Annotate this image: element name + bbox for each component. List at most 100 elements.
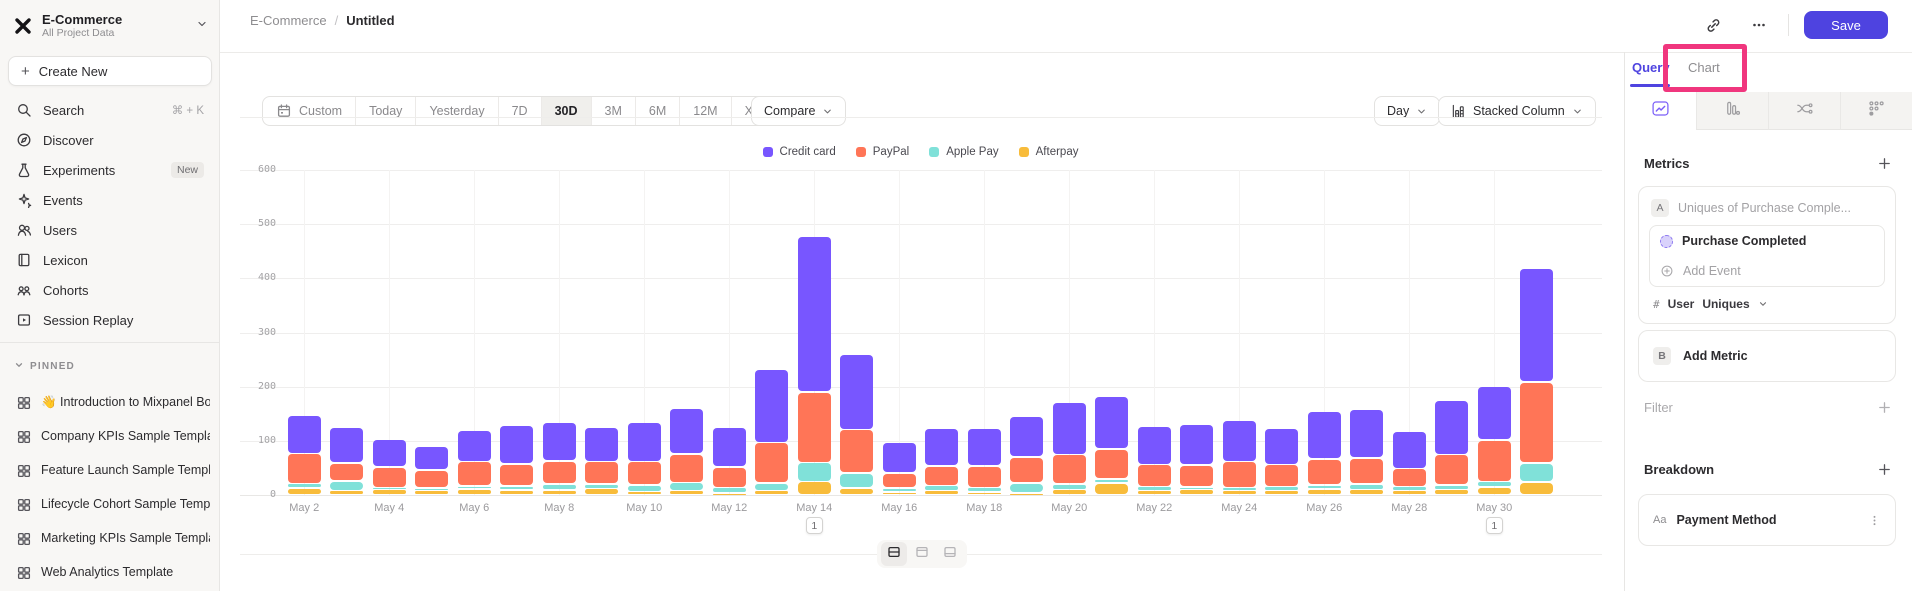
legend-item-paypal[interactable]: PayPal (856, 146, 909, 158)
breadcrumb-report-title[interactable]: Untitled (346, 13, 394, 28)
bar-segment-paypal[interactable] (288, 454, 321, 483)
bar-segment-credit-card[interactable] (798, 237, 831, 392)
bar-segment-credit-card[interactable] (288, 416, 321, 453)
bar-segment-afterpay[interactable] (1435, 490, 1468, 494)
bar-segment-afterpay[interactable] (500, 491, 533, 494)
measurement-selector[interactable]: # User Uniques (1639, 287, 1895, 323)
bar-segment-paypal[interactable] (500, 465, 533, 485)
bar-segment-afterpay[interactable] (883, 493, 916, 494)
add-metric-plus-icon[interactable] (1877, 156, 1892, 171)
bar-segment-apple-pay[interactable] (288, 484, 321, 487)
annotation-badge[interactable]: 1 (806, 517, 823, 534)
range-button-today[interactable]: Today (356, 97, 416, 125)
bar-segment-credit-card[interactable] (585, 428, 618, 461)
bar-segment-apple-pay[interactable] (1478, 482, 1511, 486)
bar-segment-apple-pay[interactable] (1138, 487, 1171, 490)
tab-query[interactable]: Query (1632, 60, 1670, 75)
pinned-board-item[interactable]: Web Analytics Template (8, 555, 218, 589)
metric-formula-row[interactable]: A Uniques of Purchase Comple... (1639, 187, 1895, 225)
sidebar-item-session-replay[interactable]: Session Replay (8, 305, 212, 335)
bar-segment-credit-card[interactable] (840, 355, 873, 429)
layout-split-button[interactable] (881, 542, 907, 566)
bar-segment-paypal[interactable] (1478, 441, 1511, 481)
bar-segment-apple-pay[interactable] (1435, 486, 1468, 489)
bar-segment-apple-pay[interactable] (1223, 488, 1256, 490)
bar-segment-credit-card[interactable] (543, 423, 576, 460)
bar-segment-afterpay[interactable] (458, 490, 491, 495)
bar-segment-paypal[interactable] (925, 467, 958, 485)
bar-segment-afterpay[interactable] (1520, 483, 1553, 495)
bar-segment-apple-pay[interactable] (1308, 486, 1341, 489)
bar-segment-credit-card[interactable] (458, 431, 491, 460)
add-breakdown-plus-icon[interactable] (1877, 462, 1892, 477)
bar-segment-apple-pay[interactable] (415, 489, 448, 490)
bar-segment-apple-pay[interactable] (585, 485, 618, 488)
bar-segment-afterpay[interactable] (1308, 490, 1341, 495)
bar-segment-afterpay[interactable] (585, 489, 618, 494)
bar-segment-afterpay[interactable] (330, 491, 363, 494)
bar-segment-afterpay[interactable] (543, 491, 576, 494)
bar-segment-paypal[interactable] (1435, 455, 1468, 484)
kebab-menu-icon[interactable] (1868, 514, 1881, 527)
bar-segment-afterpay[interactable] (628, 492, 661, 494)
legend-item-afterpay[interactable]: Afterpay (1019, 146, 1079, 158)
sidebar-item-events[interactable]: Events (8, 185, 212, 215)
bar-segment-afterpay[interactable] (1053, 490, 1086, 494)
bar-segment-apple-pay[interactable] (1053, 485, 1086, 489)
bar-segment-apple-pay[interactable] (1393, 487, 1426, 490)
bar-segment-credit-card[interactable] (968, 429, 1001, 465)
bar-segment-afterpay[interactable] (1350, 490, 1383, 494)
bar-segment-paypal[interactable] (1350, 459, 1383, 484)
bar-segment-paypal[interactable] (1393, 469, 1426, 485)
range-button-6m[interactable]: 6M (636, 97, 680, 125)
bar-segment-apple-pay[interactable] (798, 463, 831, 481)
bar-segment-credit-card[interactable] (1223, 421, 1256, 461)
bar-segment-apple-pay[interactable] (1180, 488, 1213, 489)
bar-segment-paypal[interactable] (1223, 462, 1256, 487)
bar-segment-credit-card[interactable] (1010, 417, 1043, 456)
bar-segment-afterpay[interactable] (373, 490, 406, 494)
bar-segment-afterpay[interactable] (1393, 491, 1426, 494)
more-options-icon[interactable] (1746, 12, 1772, 38)
range-button-yesterday[interactable]: Yesterday (416, 97, 498, 125)
bar-segment-credit-card[interactable] (1435, 401, 1468, 454)
sidebar-item-experiments[interactable]: ExperimentsNew (8, 155, 212, 185)
bar-segment-paypal[interactable] (1265, 465, 1298, 485)
bar-segment-afterpay[interactable] (1095, 484, 1128, 494)
bar-segment-apple-pay[interactable] (755, 484, 788, 490)
bar-segment-paypal[interactable] (883, 474, 916, 488)
bar-segment-credit-card[interactable] (1095, 397, 1128, 448)
bar-segment-apple-pay[interactable] (543, 485, 576, 490)
bar-segment-credit-card[interactable] (330, 428, 363, 462)
range-button-12m[interactable]: 12M (680, 97, 731, 125)
bar-segment-paypal[interactable] (1180, 466, 1213, 486)
bar-segment-apple-pay[interactable] (628, 486, 661, 491)
bar-segment-afterpay[interactable] (1265, 491, 1298, 494)
add-metric-card[interactable]: B Add Metric (1638, 330, 1896, 382)
bar-segment-paypal[interactable] (670, 455, 703, 482)
sidebar-item-lexicon[interactable]: Lexicon (8, 245, 212, 275)
bar-segment-apple-pay[interactable] (330, 482, 363, 490)
pinned-section-toggle[interactable]: PINNED (14, 357, 75, 375)
analysis-tab-bar-chart[interactable] (1696, 92, 1768, 130)
pinned-board-item[interactable]: Lifecycle Cohort Sample Template (8, 487, 218, 521)
add-event-row[interactable]: Add Event (1650, 256, 1884, 286)
bar-segment-paypal[interactable] (458, 462, 491, 485)
breakdown-property-row[interactable]: Aa Payment Method (1639, 495, 1895, 545)
bar-segment-credit-card[interactable] (755, 370, 788, 442)
bar-segment-afterpay[interactable] (713, 494, 746, 495)
bar-segment-paypal[interactable] (1095, 450, 1128, 478)
bar-segment-paypal[interactable] (1308, 460, 1341, 485)
bar-segment-credit-card[interactable] (1138, 427, 1171, 464)
bar-segment-afterpay[interactable] (1478, 488, 1511, 495)
bar-segment-paypal[interactable] (330, 464, 363, 480)
copy-link-icon[interactable] (1700, 12, 1726, 38)
bar-segment-apple-pay[interactable] (670, 483, 703, 490)
bar-segment-apple-pay[interactable] (1010, 484, 1043, 492)
bar-segment-paypal[interactable] (543, 462, 576, 484)
pinned-board-item[interactable]: Company KPIs Sample Template (8, 419, 218, 453)
bar-segment-credit-card[interactable] (1393, 432, 1426, 467)
bar-segment-apple-pay[interactable] (500, 487, 533, 490)
bar-segment-afterpay[interactable] (840, 489, 873, 495)
sidebar-item-cohorts[interactable]: Cohorts (8, 275, 212, 305)
